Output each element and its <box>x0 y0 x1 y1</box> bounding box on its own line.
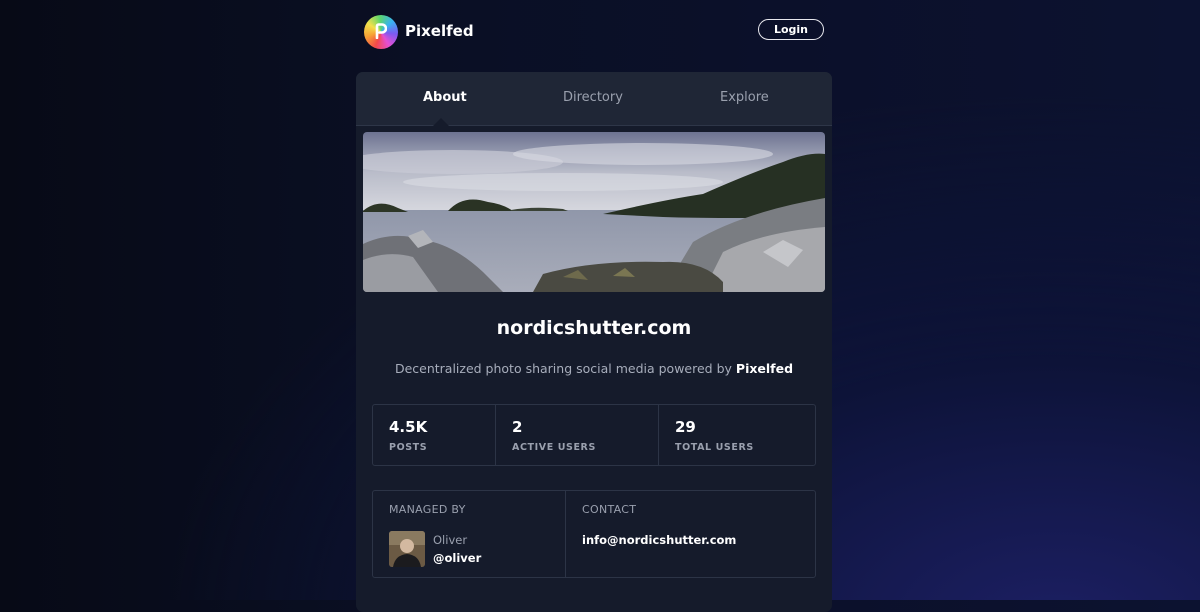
tab-directory[interactable]: Directory <box>563 90 623 105</box>
top-header: Pixelfed Login <box>364 14 824 50</box>
manager-handle-link[interactable]: @oliver <box>433 551 481 565</box>
login-button[interactable]: Login <box>758 19 824 40</box>
stat-total-users: 29 TOTAL USERS <box>659 405 815 465</box>
manager-name[interactable]: Oliver <box>433 533 467 547</box>
contact-section: CONTACT info@nordicshutter.com <box>566 491 815 577</box>
instance-name: nordicshutter.com <box>496 317 692 339</box>
stat-posts-label: POSTS <box>389 442 428 453</box>
tab-about[interactable]: About <box>423 90 467 105</box>
tab-bar: About Directory Explore <box>356 72 832 126</box>
managed-by-title: MANAGED BY <box>389 503 466 516</box>
header-banner-image <box>363 132 825 292</box>
brand-name[interactable]: Pixelfed <box>405 22 474 40</box>
stat-active-users-label: ACTIVE USERS <box>512 442 596 453</box>
stat-posts-value: 4.5K <box>389 418 428 436</box>
stats-panel: 4.5K POSTS 2 ACTIVE USERS 29 TOTAL USERS <box>372 404 816 466</box>
stat-active-users-value: 2 <box>512 418 523 436</box>
stat-posts: 4.5K POSTS <box>373 405 496 465</box>
instance-description: Decentralized photo sharing social media… <box>356 361 832 376</box>
admin-contact-panel: MANAGED BY Oliver @oliver CONTACT info@n… <box>372 490 816 578</box>
pixelfed-logo-icon[interactable] <box>364 15 398 49</box>
about-card: About Directory Explore nordicshutter.co… <box>356 72 832 612</box>
stat-total-users-value: 29 <box>675 418 696 436</box>
contact-title: CONTACT <box>582 503 637 516</box>
avatar[interactable] <box>389 531 425 567</box>
managed-by-section: MANAGED BY Oliver @oliver <box>373 491 566 577</box>
stat-total-users-label: TOTAL USERS <box>675 442 754 453</box>
description-text: Decentralized photo sharing social media… <box>394 361 736 376</box>
active-tab-indicator <box>433 118 449 126</box>
contact-email-link[interactable]: info@nordicshutter.com <box>582 533 736 547</box>
tab-explore[interactable]: Explore <box>720 90 769 105</box>
description-brand: Pixelfed <box>735 361 794 376</box>
stat-active-users: 2 ACTIVE USERS <box>496 405 659 465</box>
